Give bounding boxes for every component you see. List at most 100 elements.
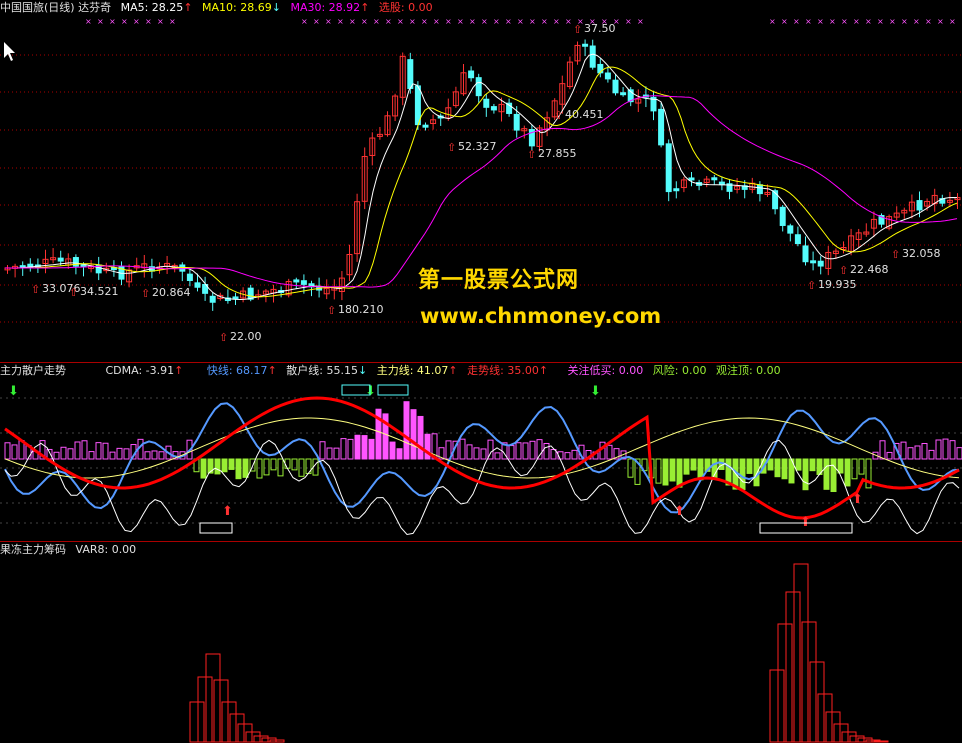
candle-body bbox=[490, 106, 497, 111]
histogram-bar bbox=[529, 440, 536, 460]
histogram-bar bbox=[564, 452, 571, 460]
signal-mark: × bbox=[853, 17, 860, 26]
price-label: 32.058 bbox=[902, 247, 941, 260]
indicator1-pane[interactable]: 主力散户走势 CDMA: -3.91↑ 快线: 68.17↑ 散户线: 55.1… bbox=[0, 363, 962, 541]
histogram-bar bbox=[333, 447, 340, 460]
histogram-bar bbox=[823, 458, 830, 490]
histogram-bar bbox=[879, 440, 886, 460]
signal-mark: × bbox=[793, 17, 800, 26]
indicator2-pane[interactable]: 果冻主力筹码 VAR8: 0.00 bbox=[0, 542, 962, 743]
buy-arrow-icon: ⇧ bbox=[219, 331, 228, 344]
histogram-bar bbox=[767, 458, 774, 471]
candle-body bbox=[779, 206, 786, 226]
histogram-bar bbox=[466, 444, 473, 460]
histogram-bar bbox=[242, 458, 249, 478]
signal-mark: × bbox=[517, 17, 524, 26]
signal-mark: × bbox=[925, 17, 932, 26]
signal-mark: × bbox=[781, 17, 788, 26]
chip-bar bbox=[237, 723, 253, 743]
chip-bar bbox=[809, 661, 825, 743]
histogram-bar bbox=[858, 458, 865, 475]
signal-mark: × bbox=[565, 17, 572, 26]
histogram-bar bbox=[95, 442, 102, 460]
signal-mark: × bbox=[541, 17, 548, 26]
histogram-bar bbox=[410, 409, 417, 460]
chip-bar bbox=[833, 723, 849, 743]
price-label: 27.855 bbox=[538, 147, 577, 160]
histogram-bar bbox=[508, 445, 515, 460]
histogram-bar bbox=[88, 451, 95, 460]
chip-bar bbox=[197, 676, 213, 743]
candle-body bbox=[209, 295, 216, 303]
chip-bar bbox=[205, 653, 221, 743]
histogram-bar bbox=[151, 450, 158, 460]
candle-body bbox=[475, 77, 482, 97]
buy-arrow-icon: ⇧ bbox=[554, 109, 563, 122]
candle-body bbox=[57, 257, 64, 262]
signal-mark: × bbox=[817, 17, 824, 26]
chip-bar bbox=[873, 740, 889, 743]
histogram-bar bbox=[571, 449, 578, 460]
histogram-bar bbox=[53, 451, 60, 460]
candle-body bbox=[414, 85, 421, 126]
candle-body bbox=[802, 245, 809, 263]
histogram-bar bbox=[795, 458, 802, 471]
candle-body bbox=[711, 177, 718, 181]
signal-mark: × bbox=[625, 17, 632, 26]
chip-bar bbox=[817, 693, 833, 743]
candle-body bbox=[407, 59, 414, 89]
signal-mark: × bbox=[805, 17, 812, 26]
buy-arrow-icon: ⬆ bbox=[852, 492, 863, 507]
histogram-bar bbox=[914, 445, 921, 460]
histogram-bar bbox=[207, 458, 214, 474]
chip-bar bbox=[785, 591, 801, 743]
signal-mark: × bbox=[409, 17, 416, 26]
histogram-bar bbox=[326, 447, 333, 460]
histogram-bar bbox=[354, 434, 361, 460]
chip-bar bbox=[221, 701, 237, 743]
chip-bar bbox=[793, 563, 809, 743]
cursor-icon bbox=[4, 42, 15, 61]
histogram-bar bbox=[522, 442, 529, 460]
histogram-bar bbox=[928, 449, 935, 460]
price-pane[interactable]: 中国国旅(日线) 达芬奇 MA5: 28.25↑ MA10: 28.69↓ MA… bbox=[0, 0, 962, 362]
price-label: 37.50 bbox=[584, 22, 616, 35]
indicator2-chart[interactable] bbox=[0, 542, 962, 743]
histogram-bar bbox=[676, 458, 683, 488]
candle-body bbox=[589, 45, 596, 68]
buy-arrow-icon: ⇧ bbox=[327, 304, 336, 317]
histogram-bar bbox=[655, 458, 662, 484]
candle-body bbox=[582, 43, 589, 47]
chip-bar bbox=[825, 711, 841, 743]
buy-arrow-icon: ⇧ bbox=[573, 23, 582, 36]
signal-mark: × bbox=[841, 17, 848, 26]
histogram-bar bbox=[683, 458, 690, 475]
candle-body bbox=[468, 70, 475, 79]
signal-mark: × bbox=[529, 17, 536, 26]
signal-mark: × bbox=[457, 17, 464, 26]
signal-mark: × bbox=[865, 17, 872, 26]
histogram-bar bbox=[473, 447, 480, 460]
histogram-bar bbox=[319, 441, 326, 460]
signal-mark: × bbox=[889, 17, 896, 26]
price-label: 34.521 bbox=[80, 285, 119, 298]
buy-arrow-icon: ⇧ bbox=[807, 279, 816, 292]
candle-body bbox=[756, 184, 763, 195]
histogram-bar bbox=[949, 440, 956, 460]
buy-arrow-icon: ⇧ bbox=[839, 264, 848, 277]
histogram-bar bbox=[543, 442, 550, 460]
histogram-bar bbox=[284, 458, 291, 469]
signal-mark: × bbox=[349, 17, 356, 26]
signal-mark: × bbox=[361, 17, 368, 26]
ma30-line bbox=[5, 95, 958, 288]
retail-line bbox=[4, 439, 960, 536]
indicator1-chart[interactable]: ⬇ ⬇ ⬇⬆ ⬆⬆⬆ bbox=[0, 363, 962, 541]
histogram-bar bbox=[935, 439, 942, 460]
signal-mark: × bbox=[313, 17, 320, 26]
chip-bar bbox=[769, 669, 785, 743]
candle-body bbox=[422, 124, 429, 128]
candle-body bbox=[794, 234, 801, 245]
signal-mark: × bbox=[157, 17, 164, 26]
histogram-bar bbox=[746, 458, 753, 474]
signal-mark: × bbox=[637, 17, 644, 26]
